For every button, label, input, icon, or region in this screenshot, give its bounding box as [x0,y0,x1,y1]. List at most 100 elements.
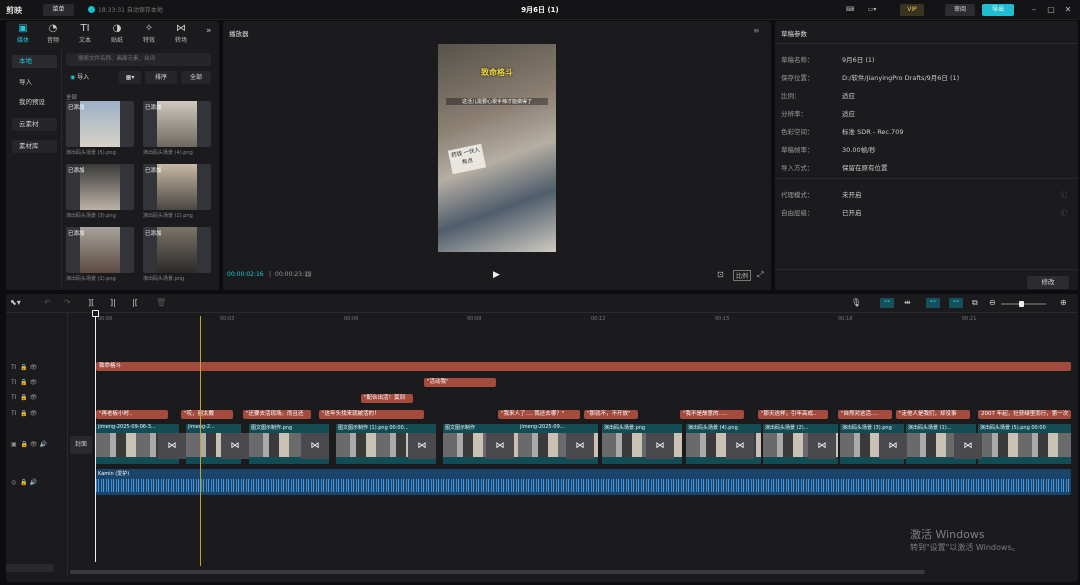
audio-clip[interactable]: Kamin (爱护) [96,469,1071,495]
transition-icon[interactable]: ⋈ [646,433,674,459]
text-clip[interactable]: "我来人了.... 我还去哪？" [498,410,580,419]
keyboard-icon[interactable]: ⌨ [843,4,857,16]
sort-button[interactable]: 排序 [145,71,177,84]
tool-audio[interactable]: ◔ 音频 [38,23,68,44]
text-clip[interactable]: "那天这样，引年高成.. [758,410,828,419]
play-icon[interactable]: ▶ [493,270,500,280]
zoom-out-icon[interactable]: ⊖ [989,298,996,307]
video-clip[interactable]: 演出码头场景 (5).png 00:00 [978,424,1071,464]
export-button[interactable]: 导出 [982,4,1014,16]
track-header-scrollbar[interactable] [6,564,54,572]
player-title: 播放器 [229,30,249,38]
undo-icon[interactable]: ↶ [44,298,51,307]
auto-snap-icon[interactable]: ⇹ [904,298,911,307]
tool-media[interactable]: ▣ 媒体 [8,23,38,44]
sidebar-item-import[interactable]: 导入 [12,76,57,89]
transition-icon[interactable]: ⋈ [726,433,754,459]
delete-icon[interactable]: 🗑 [156,298,166,307]
sidebar-item-cloud[interactable]: 云素材 [12,118,57,131]
import-button[interactable]: ◉ 导入 [68,71,102,84]
fullscreen-icon[interactable]: ⤢ [757,270,763,280]
text-clip[interactable]: "再老板小时.. [96,410,168,419]
redo-icon[interactable]: ↷ [64,298,71,307]
search-input[interactable]: 搜索文件名称、画面元素、台词 [66,53,211,66]
view-toggle-icon[interactable]: ▦▾ [119,71,141,84]
info-icon[interactable]: ⓘ [1061,207,1068,217]
text-clip[interactable]: 致命格斗 [96,362,1071,371]
transition-icon[interactable]: ⋈ [566,433,594,459]
modify-button[interactable]: 修改 [1027,276,1069,289]
more-tools-icon[interactable]: » [206,26,212,36]
media-thumb[interactable]: 已添加 [66,101,134,147]
split-left-icon[interactable]: ]| [110,298,116,307]
transition-icon[interactable]: ⋈ [158,433,186,459]
layout-icon[interactable]: ▭▾ [862,4,882,16]
vip-badge[interactable]: VIP [900,4,924,16]
zoom-in-icon[interactable]: ⊕ [1060,298,1067,307]
text-clip[interactable]: "走他人是我们，却没事 [896,410,970,419]
subtitle-icon[interactable]: ⧉ [972,298,978,308]
transition-icon[interactable]: ⋈ [954,433,982,459]
transition-icon[interactable]: ⋈ [486,433,514,459]
linkage-icon[interactable]: ⊷ [926,298,940,308]
info-icon[interactable]: ⓘ [1061,189,1068,199]
menu-button[interactable]: 菜单 [43,4,74,16]
playhead-handle[interactable] [92,310,99,317]
transition-icon[interactable]: ⋈ [808,433,836,459]
media-thumb[interactable]: 已添加 [143,164,211,210]
text-clip[interactable]: "配合出活！莫到 [361,394,413,403]
text-clip[interactable]: "还要去活现场。而且还 [243,410,311,419]
media-thumb[interactable]: 已添加 [143,101,211,147]
video-track-header: ▣ 🔒 👁 🔊 [11,441,47,448]
tool-effects[interactable]: ✧ 特效 [134,23,164,44]
minimize-icon[interactable]: – [1028,4,1040,16]
group-label: 全部 [66,95,78,101]
select-tool-icon[interactable]: ⬉▾ [10,298,21,307]
transition-icon[interactable]: ⋈ [301,433,329,459]
tool-sticker[interactable]: ◑ 贴纸 [102,23,132,44]
transition-icon[interactable]: ⋈ [221,433,249,459]
close-icon[interactable]: ✕ [1062,4,1074,16]
transition-icon[interactable]: ⋈ [408,433,436,459]
tool-text[interactable]: TI 文本 [70,23,100,44]
preview-axis-icon[interactable]: ⊶ [949,298,963,308]
playhead[interactable] [95,312,96,562]
transition-icon[interactable]: ⋈ [879,433,907,459]
main-track-magnet-icon[interactable]: ⊶ [880,298,894,308]
text-clip[interactable]: "哎，别太戴 [181,410,233,419]
text-track-header: TI 🔒 👁 [11,394,37,401]
video-preview[interactable]: 致命格斗 这活儿需要心狠手辣才能做得了 药钱 一伙人有点 [438,44,556,252]
ratio-button[interactable]: 比例 [733,270,752,281]
sidebar-item-presets[interactable]: 我的预设 [12,96,57,109]
timeline-scrub-icon[interactable]: ▥ [305,270,312,278]
text-clip[interactable]: "那就不，不开放" [584,410,638,419]
text-clip[interactable]: "活动我" [424,378,496,387]
text-clip[interactable]: 2007 年起，社获绿里而行，第一次 [978,410,1071,419]
microphone-icon[interactable]: 🎙 [851,298,861,307]
maximize-icon[interactable]: ▢ [1045,4,1057,16]
split-right-icon[interactable]: |[ [132,298,138,307]
zoom-slider[interactable] [1001,301,1046,307]
mute-icon: 🔊 [39,441,47,448]
media-thumb[interactable]: 已添加 [66,164,134,210]
media-thumb[interactable]: 已添加 [143,227,211,273]
sidebar-item-library[interactable]: 素材库 [12,140,57,153]
menu-icon[interactable]: ≡ [753,26,760,35]
ruler-label: 00:06 [344,316,359,322]
fit-icon[interactable]: ⊡ [717,270,724,279]
windows-watermark-title: 激活 Windows [910,528,985,541]
tool-transition[interactable]: ⋈ 转场 [166,23,196,44]
text-clip[interactable]: "自然对这活.... [838,410,892,419]
text-clip[interactable]: "我不是故意的..... [680,410,744,419]
cover-button[interactable]: 封面 [70,436,92,454]
text-clip[interactable]: "这年头找来就被活的！ [319,410,424,419]
review-button[interactable]: 审阅 [945,4,975,16]
horizontal-scrollbar[interactable] [70,570,925,574]
split-icon[interactable]: ][ [88,298,94,307]
filter-button[interactable]: 全部 [181,71,211,84]
sidebar-item-local[interactable]: 本地 [12,55,57,68]
prop-row: 自由层级： 已开启 ⓘ [781,207,1068,217]
media-thumb[interactable]: 已添加 [66,227,134,273]
ruler-label: 00:12 [591,316,606,322]
zoom-slider-handle[interactable] [1019,301,1024,307]
